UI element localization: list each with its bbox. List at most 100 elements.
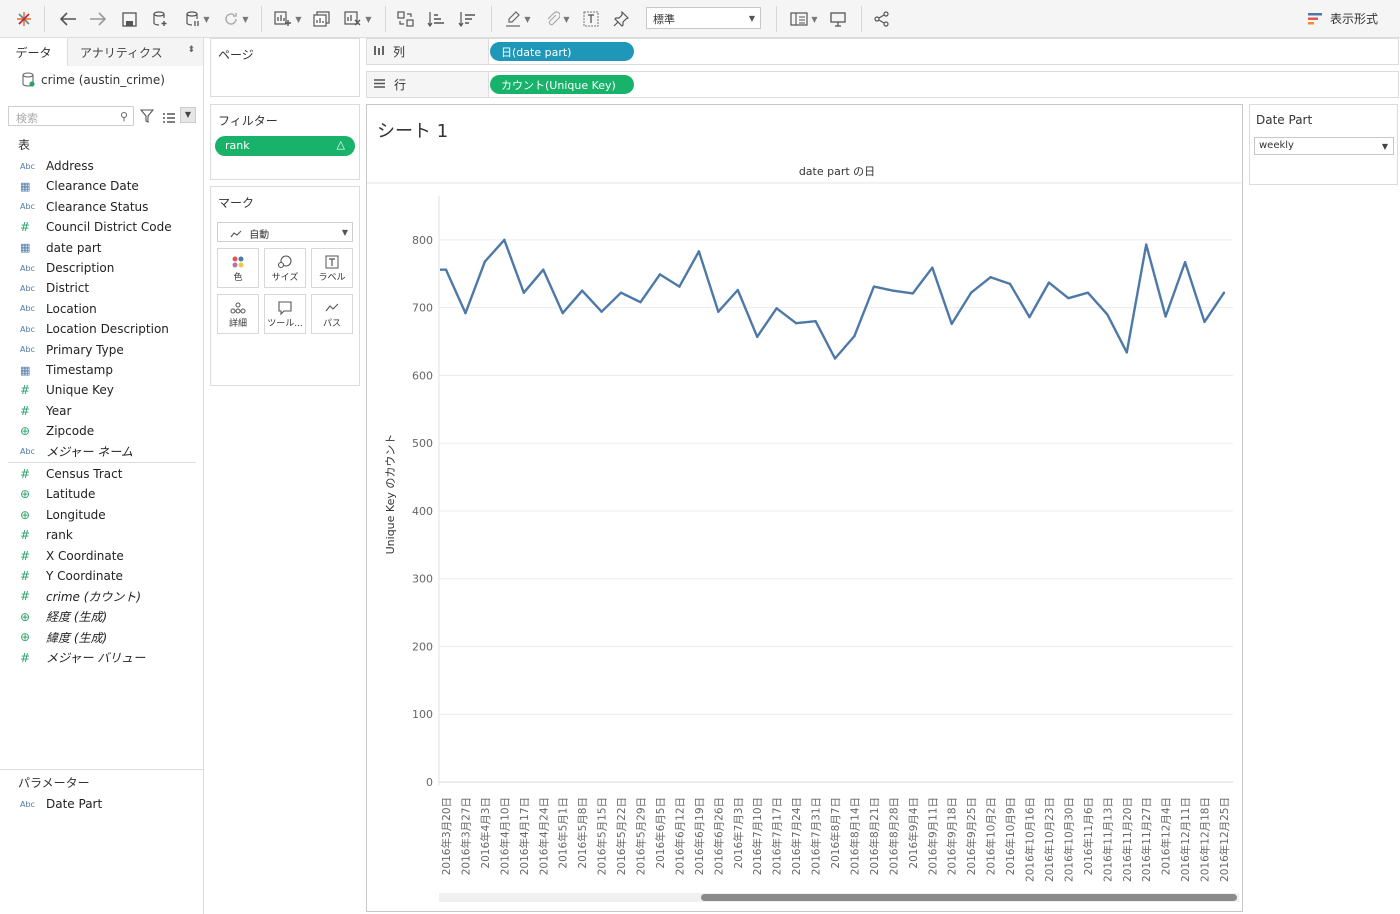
- show-me-button[interactable]: 表示形式: [1308, 10, 1378, 27]
- save-icon[interactable]: [118, 8, 140, 30]
- field-item[interactable]: ⊕ Zipcode: [20, 422, 94, 440]
- field-item[interactable]: Abc Location Description: [20, 320, 169, 338]
- data-point: [950, 322, 953, 326]
- y-tick-label: 300: [412, 573, 433, 586]
- undo-icon[interactable]: [56, 8, 80, 30]
- fit-dropdown[interactable]: 標準 ▼: [646, 7, 761, 29]
- field-item[interactable]: Abc Location: [20, 300, 97, 318]
- tableau-logo-icon[interactable]: [14, 8, 34, 30]
- show-cards-icon[interactable]: ▼: [786, 8, 822, 30]
- data-point: [756, 335, 759, 338]
- pause-updates-icon[interactable]: ▼: [180, 8, 216, 30]
- field-item[interactable]: # Year: [20, 402, 71, 420]
- columns-shelf[interactable]: 列 日(date part): [366, 38, 1399, 65]
- field-item[interactable]: Abc Description: [20, 259, 114, 277]
- x-tick-label: 2016年7月24日: [790, 797, 803, 875]
- tooltip-icon: [278, 300, 292, 316]
- pane-menu-chevron-icon[interactable]: ▼: [180, 107, 196, 123]
- data-point: [814, 320, 817, 323]
- x-tick-label: 2016年9月18日: [946, 797, 959, 875]
- field-name: メジャー ネーム: [46, 445, 133, 460]
- fix-axes-pin-icon[interactable]: [610, 8, 632, 30]
- x-tick-label: 2016年9月11日: [926, 797, 939, 875]
- pages-card[interactable]: ページ: [210, 38, 360, 97]
- field-item[interactable]: Abc District: [20, 279, 89, 297]
- mark-type-dropdown[interactable]: 自動 ▼: [217, 222, 353, 242]
- field-item[interactable]: Abc Address: [20, 157, 94, 175]
- new-worksheet-icon[interactable]: ▼: [270, 8, 306, 30]
- swap-rows-columns-icon[interactable]: [394, 8, 418, 30]
- y-tick-label: 400: [412, 505, 433, 518]
- field-type-icon: ⊕: [20, 630, 31, 645]
- share-icon[interactable]: [870, 8, 894, 30]
- field-item[interactable]: # Y Coordinate: [20, 567, 123, 585]
- mark-detail-button[interactable]: 詳細: [217, 294, 259, 334]
- filters-card[interactable]: フィルター rank △: [210, 104, 360, 180]
- field-item[interactable]: # X Coordinate: [20, 547, 124, 565]
- tab-analytics[interactable]: アナリティクス ⬍: [68, 38, 203, 66]
- field-item[interactable]: ⊕ Longitude: [20, 506, 106, 524]
- highlight-icon[interactable]: ▼: [500, 8, 536, 30]
- duplicate-sheet-icon[interactable]: [310, 8, 334, 30]
- field-item[interactable]: ⊕ 緯度 (生成): [20, 628, 107, 646]
- datasource-item[interactable]: crime (austin_crime): [22, 72, 165, 87]
- search-input[interactable]: 検索 ⚲: [8, 106, 134, 126]
- worksheet-view[interactable]: シート 1 date part の日 0 100 200 300 400 500 600 700…: [366, 104, 1243, 912]
- group-members-icon[interactable]: ▼: [540, 8, 576, 30]
- field-item[interactable]: # Council District Code: [20, 218, 172, 236]
- field-item[interactable]: ⊕ Latitude: [20, 485, 95, 503]
- mark-size-button[interactable]: サイズ: [264, 248, 306, 288]
- field-item[interactable]: ▦ date part: [20, 239, 101, 257]
- new-datasource-icon[interactable]: [148, 8, 172, 30]
- line-chart[interactable]: date part の日 0 100 200 300 400 500 600 700 800 Uni…: [367, 105, 1242, 911]
- scrollbar-thumb[interactable]: [701, 894, 1237, 901]
- clear-sheet-icon[interactable]: ▼: [340, 8, 376, 30]
- sort-descending-icon[interactable]: [455, 8, 479, 30]
- search-placeholder: 検索: [16, 112, 38, 125]
- field-item[interactable]: # Census Tract: [20, 465, 122, 483]
- mark-tooltip-button[interactable]: ツール...: [264, 294, 306, 334]
- field-item[interactable]: ▦ Timestamp: [20, 361, 113, 379]
- field-item[interactable]: Abc Primary Type: [20, 341, 124, 359]
- parameter-dropdown[interactable]: weekly ▼: [1254, 137, 1394, 155]
- field-name: Unique Key: [46, 383, 114, 398]
- rows-pill-count-unique-key[interactable]: カウント(Unique Key): [490, 75, 634, 94]
- rows-shelf[interactable]: 行 カウント(Unique Key): [366, 71, 1399, 98]
- columns-pill-date-part[interactable]: 日(date part): [490, 42, 634, 61]
- sort-ascending-icon[interactable]: [424, 8, 448, 30]
- field-item[interactable]: ⊕ 経度 (生成): [20, 608, 107, 626]
- field-item[interactable]: Abc Date Part: [20, 795, 102, 813]
- field-item[interactable]: ▦ Clearance Date: [20, 177, 139, 195]
- horizontal-scrollbar[interactable]: [439, 893, 1239, 902]
- field-name: Latitude: [46, 487, 96, 502]
- mark-size-label: サイズ: [271, 272, 299, 283]
- data-point: [678, 285, 681, 288]
- mark-color-button[interactable]: 色: [217, 248, 259, 288]
- data-point: [561, 311, 564, 315]
- mark-path-button[interactable]: パス: [311, 294, 353, 334]
- x-tick-label: 2016年10月2日: [985, 797, 998, 875]
- refresh-icon[interactable]: ▼: [218, 8, 254, 30]
- mark-label-button[interactable]: ラベル: [311, 248, 353, 288]
- data-point: [1008, 282, 1012, 286]
- redo-icon[interactable]: [86, 8, 110, 30]
- filter-pill-rank[interactable]: rank △: [215, 136, 355, 156]
- field-item[interactable]: Abc Clearance Status: [20, 198, 148, 216]
- tab-data[interactable]: データ: [0, 38, 68, 66]
- field-item[interactable]: # rank: [20, 526, 73, 544]
- y-tick-label: 200: [412, 640, 433, 653]
- chevron-down-icon: ▼: [748, 14, 755, 23]
- field-type-icon: Abc: [20, 263, 35, 273]
- text-label-icon: [325, 254, 339, 270]
- filter-funnel-icon[interactable]: [139, 108, 155, 127]
- data-point: [580, 289, 584, 292]
- presentation-mode-icon[interactable]: [826, 8, 850, 30]
- field-item[interactable]: # Unique Key: [20, 381, 114, 399]
- field-item[interactable]: # メジャー バリュー: [20, 649, 145, 667]
- field-item[interactable]: Abc メジャー ネーム: [20, 443, 133, 461]
- view-list-icon[interactable]: [162, 109, 176, 128]
- show-mark-labels-icon[interactable]: [580, 8, 602, 30]
- field-type-icon: ⊕: [20, 507, 31, 522]
- field-item[interactable]: # crime (カウント): [20, 587, 141, 605]
- data-point: [1145, 243, 1148, 246]
